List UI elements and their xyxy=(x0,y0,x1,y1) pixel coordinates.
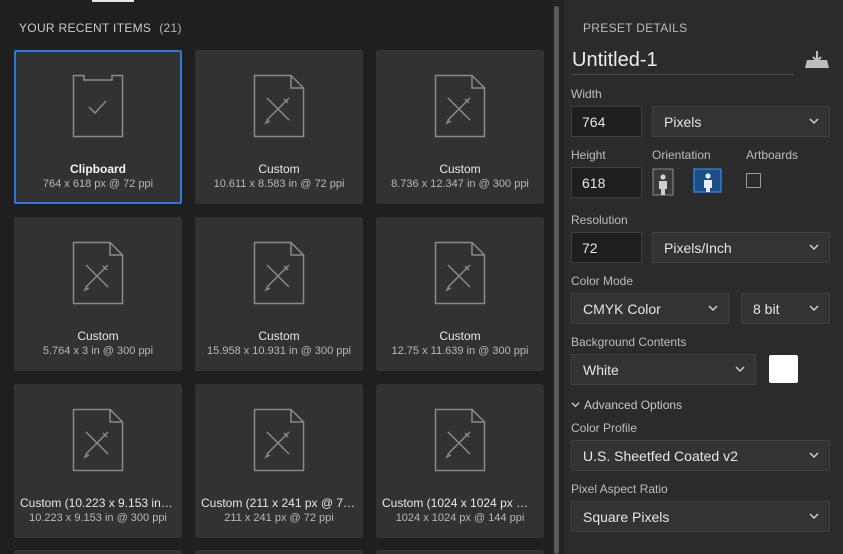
recent-item-dimensions: 1024 x 1024 px @ 144 ppi xyxy=(395,512,525,524)
recent-item-dimensions: 5.764 x 3 in @ 300 ppi xyxy=(42,345,154,357)
scrollbar-thumb[interactable] xyxy=(554,6,559,554)
width-input[interactable]: 764 xyxy=(571,106,642,137)
pixel-aspect-ratio-value: Square Pixels xyxy=(583,509,670,525)
document-icon xyxy=(253,241,305,305)
color-mode-select[interactable]: CMYK Color xyxy=(571,293,729,324)
recent-item-name: Custom xyxy=(258,162,300,176)
document-name-input[interactable]: Untitled-1 xyxy=(571,49,794,75)
bit-depth-select[interactable]: 8 bit xyxy=(741,293,830,324)
resolution-input[interactable]: 72 xyxy=(571,232,642,263)
recent-item-dimensions: 211 x 241 px @ 72 ppi xyxy=(224,512,334,524)
recent-items-count: (21) xyxy=(159,21,182,35)
recent-item-card[interactable]: Custom (10.223 x 9.153 in @ ... 10.223 x… xyxy=(14,384,182,538)
recent-item-card-partial[interactable] xyxy=(195,550,363,554)
recent-item-dimensions: 8.736 x 12.347 in @ 300 ppi xyxy=(391,178,529,190)
landscape-orientation-icon[interactable] xyxy=(693,168,723,194)
recent-items-panel: YOUR RECENT ITEMS (21) Clipboard 764 x 61… xyxy=(0,0,552,554)
clipboard-icon xyxy=(72,74,124,138)
document-icon xyxy=(434,241,486,305)
recent-item-dimensions: 12.75 x 11.639 in @ 300 ppi xyxy=(391,345,529,357)
preset-details-title: PRESET DETAILS xyxy=(583,21,688,35)
document-icon xyxy=(434,408,486,472)
chevron-down-icon xyxy=(809,244,819,251)
chevron-down-icon xyxy=(809,305,819,312)
chevron-down-icon xyxy=(809,513,819,520)
preset-details-panel: PRESET DETAILS Untitled-1 Width 764 Pixe… xyxy=(564,0,843,554)
background-contents-value: White xyxy=(583,362,619,378)
save-preset-icon[interactable] xyxy=(804,50,830,70)
artboards-label: Artboards xyxy=(746,148,799,162)
recent-item-card-partial[interactable] xyxy=(14,550,182,554)
color-profile-value: U.S. Sheetfed Coated v2 xyxy=(583,448,738,464)
document-icon xyxy=(72,241,124,305)
background-contents-select[interactable]: White xyxy=(571,354,756,385)
recent-item-card[interactable]: Custom 5.764 x 3 in @ 300 ppi xyxy=(14,217,182,371)
artboards-checkbox[interactable] xyxy=(746,173,761,188)
chevron-down-icon xyxy=(708,305,718,312)
color-profile-label: Color Profile xyxy=(571,421,638,435)
active-tab-indicator xyxy=(92,0,134,2)
resolution-unit-select[interactable]: Pixels/Inch xyxy=(652,232,830,263)
orientation-label: Orientation xyxy=(652,148,711,162)
chevron-down-icon xyxy=(809,452,819,459)
recent-item-name: Custom xyxy=(77,329,119,343)
recent-item-name: Custom (1024 x 1024 px @ 14... xyxy=(382,496,544,510)
recent-item-card[interactable]: Custom 12.75 x 11.639 in @ 300 ppi xyxy=(376,217,544,371)
recent-items-title: YOUR RECENT ITEMS xyxy=(19,21,152,35)
width-unit-value: Pixels xyxy=(664,114,702,130)
chevron-down-icon xyxy=(571,402,580,408)
recent-item-name: Custom (10.223 x 9.153 in @ ... xyxy=(20,496,182,510)
recent-item-card-partial[interactable] xyxy=(376,550,544,554)
color-mode-label: Color Mode xyxy=(571,274,634,288)
recent-item-name: Clipboard xyxy=(70,162,126,176)
portrait-orientation-icon[interactable] xyxy=(652,168,678,196)
recent-item-dimensions: 10.611 x 8.583 in @ 72 ppi xyxy=(213,178,345,190)
advanced-options-toggle[interactable]: Advanced Options xyxy=(571,398,682,412)
recent-item-card[interactable]: Custom (1024 x 1024 px @ 14... 1024 x 10… xyxy=(376,384,544,538)
background-contents-label: Background Contents xyxy=(571,335,687,349)
pixel-aspect-ratio-label: Pixel Aspect Ratio xyxy=(571,482,668,496)
recent-item-name: Custom xyxy=(439,162,481,176)
recent-item-card[interactable]: Custom 15.958 x 10.931 in @ 300 ppi xyxy=(195,217,363,371)
recent-items-scrollbar[interactable] xyxy=(552,0,564,554)
recent-item-name: Custom xyxy=(439,329,481,343)
advanced-options-label: Advanced Options xyxy=(584,398,683,412)
resolution-unit-value: Pixels/Inch xyxy=(664,240,732,256)
recent-item-dimensions: 764 x 618 px @ 72 ppi xyxy=(42,178,154,190)
pixel-aspect-ratio-select[interactable]: Square Pixels xyxy=(571,501,830,532)
chevron-down-icon xyxy=(735,366,745,373)
color-profile-select[interactable]: U.S. Sheetfed Coated v2 xyxy=(571,440,830,471)
recent-items-header: YOUR RECENT ITEMS (21) xyxy=(19,21,182,35)
chevron-down-icon xyxy=(809,118,819,125)
resolution-label: Resolution xyxy=(571,213,628,227)
recent-item-card[interactable]: Clipboard 764 x 618 px @ 72 ppi xyxy=(14,50,182,204)
document-icon xyxy=(72,408,124,472)
background-color-swatch[interactable] xyxy=(769,355,798,383)
recent-item-card[interactable]: Custom 8.736 x 12.347 in @ 300 ppi xyxy=(376,50,544,204)
recent-item-card[interactable]: Custom 10.611 x 8.583 in @ 72 ppi xyxy=(195,50,363,204)
document-icon xyxy=(253,74,305,138)
width-label: Width xyxy=(571,87,602,101)
height-label: Height xyxy=(571,148,606,162)
recent-item-name: Custom xyxy=(258,329,300,343)
recent-item-card[interactable]: Custom (211 x 241 px @ 72 ppi) 211 x 241… xyxy=(195,384,363,538)
width-unit-select[interactable]: Pixels xyxy=(652,106,830,137)
recent-item-name: Custom (211 x 241 px @ 72 ppi) xyxy=(201,496,363,510)
bit-depth-value: 8 bit xyxy=(753,301,780,317)
document-icon xyxy=(253,408,305,472)
recent-item-dimensions: 15.958 x 10.931 in @ 300 ppi xyxy=(207,345,351,357)
color-mode-value: CMYK Color xyxy=(583,301,661,317)
document-icon xyxy=(434,74,486,138)
recent-item-dimensions: 10.223 x 9.153 in @ 300 ppi xyxy=(29,512,167,524)
height-input[interactable]: 618 xyxy=(571,167,642,198)
